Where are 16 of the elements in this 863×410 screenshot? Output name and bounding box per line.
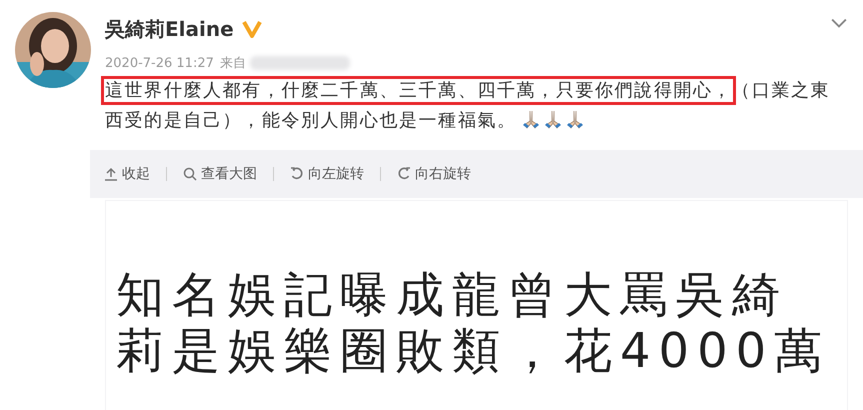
author-name[interactable]: 吳綺莉Elaine bbox=[105, 16, 234, 42]
toolbar-link[interactable]: 向右旋转 bbox=[397, 165, 471, 183]
chevron-down-icon[interactable] bbox=[831, 18, 847, 28]
source-label: 来自 bbox=[220, 55, 246, 72]
praying-hands-icon bbox=[542, 109, 563, 129]
toolbar-link[interactable]: 查看大图 bbox=[183, 165, 257, 183]
praying-hands-icon bbox=[520, 109, 541, 129]
praying-hands-icon bbox=[564, 109, 585, 129]
rotate-right-icon bbox=[397, 167, 411, 181]
toolbar-link[interactable]: 收起 bbox=[104, 165, 150, 183]
search-icon bbox=[183, 167, 197, 181]
toolbar-link[interactable]: 向左旋转 bbox=[290, 165, 364, 183]
upload-arrow-icon bbox=[104, 167, 118, 181]
rotate-left-icon bbox=[290, 167, 304, 181]
headline-text: 莉是娛樂圈敗類，花4000萬 bbox=[115, 323, 832, 379]
headline-text: 知名娛記曝成龍曾大罵吳綺 bbox=[115, 267, 789, 323]
